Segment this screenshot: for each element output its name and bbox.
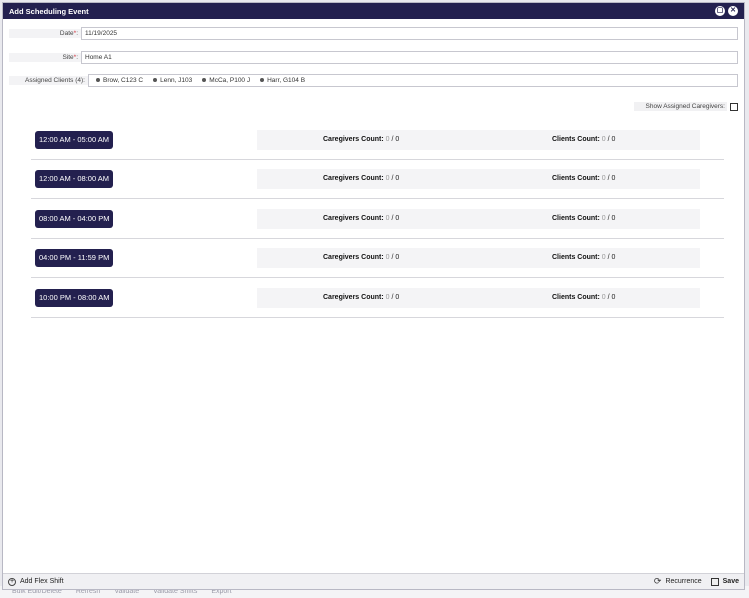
shift-time-button[interactable]: 12:00 AM - 05:00 AM [35,131,114,149]
caregivers-count: Caregivers Count: 0 / 0 [323,254,400,261]
add-scheduling-event-dialog: Add Scheduling Event ▢ ✕ Date*: 11/19/20… [2,2,745,590]
shift-counts: Caregivers Count: 0 / 0 Clients Count: 0… [257,248,700,268]
clients-count: Clients Count: 0 / 0 [552,294,616,301]
shift-row: 08:00 AM - 04:00 PM Caregivers Count: 0 … [31,200,724,239]
recurrence-button[interactable]: ⟳ Recurrence [654,576,702,587]
shift-time-button[interactable]: 12:00 AM - 08:00 AM [35,170,114,188]
recurrence-label: Recurrence [665,578,702,585]
client-chip[interactable]: Harr, G104 B [260,75,305,86]
shift-row: 12:00 AM - 08:00 AM Caregivers Count: 0 … [31,160,724,199]
save-icon [710,577,719,586]
clients-count: Clients Count: 0 / 0 [552,175,616,182]
date-row: Date*: 11/19/2025 [9,27,738,40]
site-field[interactable]: Home A1 [81,51,738,64]
client-chip[interactable]: Brow, C123 C [96,75,143,86]
clients-count: Clients Count: 0 / 0 [552,254,616,261]
dialog-footer: + Add Flex Shift ⟳ Recurrence Save [3,573,744,589]
shift-row: 04:00 PM - 11:59 PM Caregivers Count: 0 … [31,239,724,278]
clients-field[interactable]: Brow, C123 C Lenn, J103 McCa, P100 J Har… [88,74,738,87]
client-chip[interactable]: McCa, P100 J [202,75,250,86]
shift-counts: Caregivers Count: 0 / 0 Clients Count: 0… [257,209,700,229]
caregivers-count: Caregivers Count: 0 / 0 [323,294,400,301]
recurrence-icon: ⟳ [653,576,662,586]
clients-count: Clients Count: 0 / 0 [552,136,616,143]
save-button[interactable]: Save [710,576,739,587]
dialog-title: Add Scheduling Event [9,6,89,16]
shift-row: 10:00 PM - 08:00 AM Caregivers Count: 0 … [31,279,724,318]
shift-time-button[interactable]: 10:00 PM - 08:00 AM [35,289,114,307]
clients-count: Clients Count: 0 / 0 [552,215,616,222]
caregivers-count: Caregivers Count: 0 / 0 [323,215,400,222]
shift-time-button[interactable]: 08:00 AM - 04:00 PM [35,210,114,228]
show-caregivers-checkbox[interactable] [730,102,738,111]
plus-circle-icon: + [8,577,16,586]
shift-time-button[interactable]: 04:00 PM - 11:59 PM [35,249,114,267]
date-label: Date*: [9,29,81,38]
date-field[interactable]: 11/19/2025 [81,27,738,40]
clients-row: Assigned Clients (4): Brow, C123 C Lenn,… [9,74,738,87]
show-caregivers-label: Show Assigned Caregivers: [633,102,727,111]
save-label: Save [722,578,739,585]
client-chip[interactable]: Lenn, J103 [153,75,192,86]
shift-counts: Caregivers Count: 0 / 0 Clients Count: 0… [257,169,700,189]
close-icon[interactable]: ✕ [728,6,738,16]
caregivers-count: Caregivers Count: 0 / 0 [323,175,400,182]
dialog-titlebar: Add Scheduling Event ▢ ✕ [3,3,744,19]
clients-label: Assigned Clients (4): [9,76,88,85]
maximize-icon[interactable]: ▢ [715,6,725,16]
site-label: Site*: [9,53,81,62]
add-flex-shift-button[interactable]: + Add Flex Shift [8,577,64,586]
shift-counts: Caregivers Count: 0 / 0 Clients Count: 0… [257,288,700,308]
site-row: Site*: Home A1 [9,51,738,64]
show-caregivers-row: Show Assigned Caregivers: [633,102,738,111]
shift-counts: Caregivers Count: 0 / 0 Clients Count: 0… [257,130,700,150]
add-flex-shift-label: Add Flex Shift [20,578,64,585]
shift-row: 12:00 AM - 05:00 AM Caregivers Count: 0 … [31,121,724,160]
caregivers-count: Caregivers Count: 0 / 0 [323,136,400,143]
